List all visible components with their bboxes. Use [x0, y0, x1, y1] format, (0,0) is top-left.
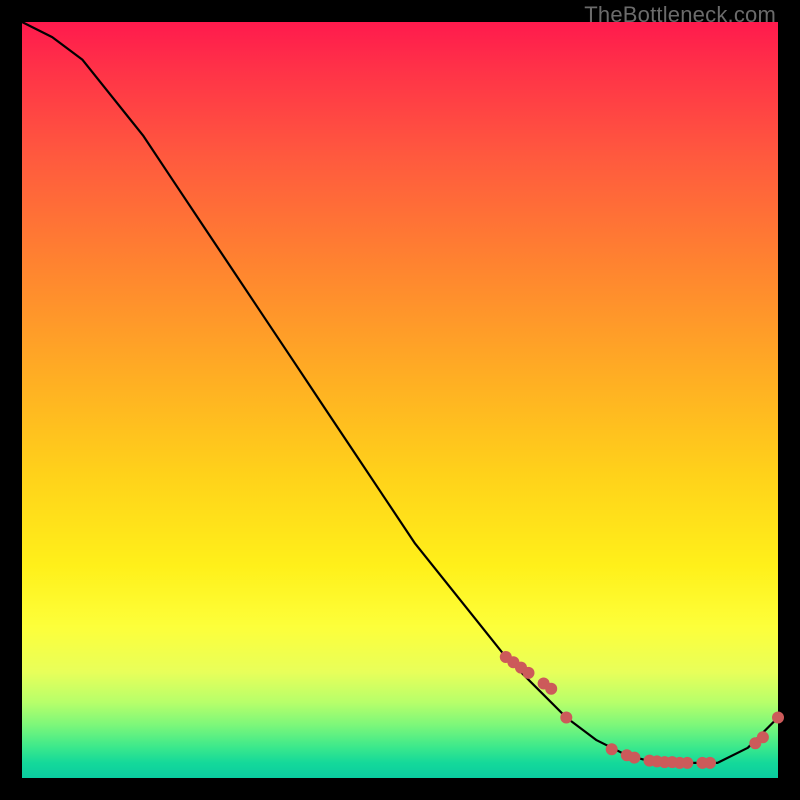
- scatter-point: [606, 743, 618, 755]
- scatter-point: [545, 683, 557, 695]
- scatter-point: [704, 757, 716, 769]
- scatter-point: [772, 712, 784, 724]
- scatter-point: [628, 752, 640, 764]
- scatter-point: [523, 667, 535, 679]
- scatter-point: [560, 712, 572, 724]
- curve-svg: [22, 22, 778, 778]
- chart-stage: TheBottleneck.com: [0, 0, 800, 800]
- scatter-point: [757, 731, 769, 743]
- scatter-point: [681, 757, 693, 769]
- plot-area: [22, 22, 778, 778]
- bottleneck-curve: [22, 22, 778, 763]
